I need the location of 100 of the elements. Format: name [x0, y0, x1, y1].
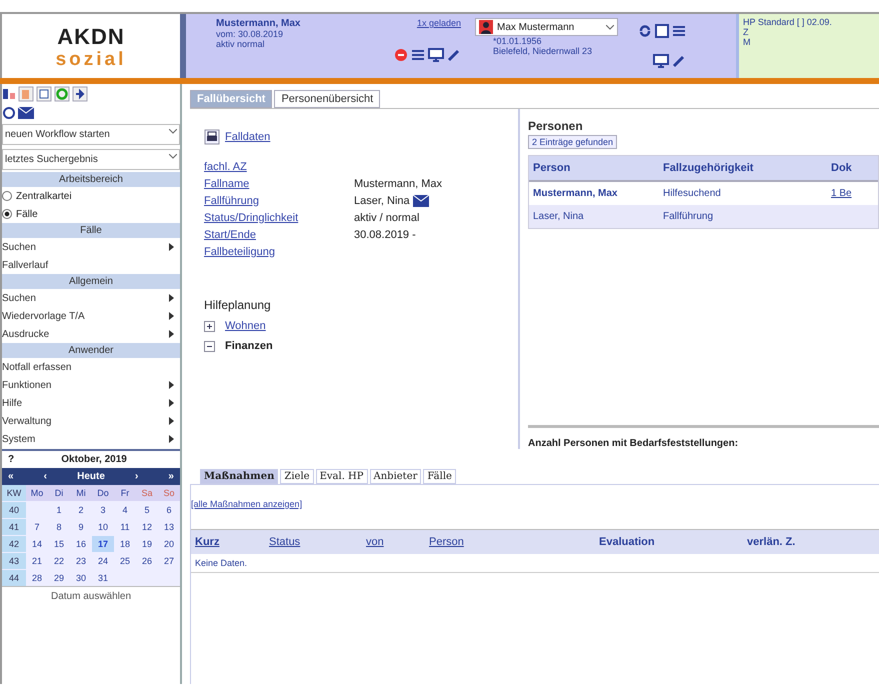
calendar-day[interactable]: 7 — [26, 519, 48, 535]
calendar-day[interactable]: 9 — [70, 519, 92, 535]
tree-item-link[interactable]: Wohnen — [225, 320, 266, 332]
calendar-day[interactable]: 15 — [48, 536, 70, 552]
calendar-nav-button[interactable]: Heute — [77, 471, 105, 482]
person-select[interactable]: Max Mustermann — [475, 18, 618, 36]
dropdown[interactable]: letztes Suchergebnis — [2, 149, 180, 170]
show-all-link[interactable]: [alle Maßnahmen anzeigen] — [191, 499, 302, 509]
calendar-day[interactable]: 23 — [70, 553, 92, 569]
radio-label[interactable]: Zentralkartei — [16, 190, 72, 202]
calendar-day[interactable]: 17 — [92, 536, 114, 552]
tab[interactable]: Anbieter — [370, 469, 422, 484]
tree-item[interactable]: Finanzen — [225, 340, 273, 352]
monitor-icon[interactable] — [653, 54, 669, 68]
collapse-icon[interactable] — [204, 340, 215, 352]
table-cell-text: Mustermann, Max — [533, 188, 618, 199]
calendar-day[interactable]: 5 — [136, 502, 158, 518]
calendar-day[interactable]: 3 — [92, 502, 114, 518]
calendar-day[interactable]: 26 — [136, 553, 158, 569]
radio-label[interactable]: Fälle — [16, 208, 38, 220]
menu-item[interactable]: Suchen — [2, 289, 180, 307]
column-header[interactable]: Status — [269, 536, 366, 548]
tab[interactable]: Ziele — [280, 469, 314, 484]
radio-option[interactable]: Zentralkartei — [2, 187, 180, 205]
case-data-link[interactable]: Falldaten — [225, 131, 270, 143]
column-header[interactable]: Person — [429, 536, 599, 548]
calendar-day[interactable]: 11 — [114, 519, 136, 535]
mail-icon[interactable] — [412, 195, 429, 207]
list-icon[interactable] — [411, 48, 425, 62]
refresh-icon[interactable] — [638, 24, 652, 38]
calendar-day[interactable]: 1 — [48, 502, 70, 518]
menu-item[interactable]: System — [2, 430, 180, 448]
calendar-day[interactable]: 30 — [70, 570, 92, 586]
calendar-day[interactable]: 6 — [158, 502, 180, 518]
week-number: 44 — [2, 570, 26, 586]
dropdown[interactable]: neuen Workflow starten — [2, 124, 180, 145]
persons-count-label: Anzahl Personen mit Bedarfsfeststellungen: — [528, 438, 740, 449]
window-icon[interactable] — [36, 86, 52, 102]
calendar-nav-button[interactable]: » — [168, 471, 174, 482]
menu-item[interactable]: Verwaltung — [2, 412, 180, 430]
field-label-link[interactable]: fachl. AZ — [204, 161, 354, 173]
stop-icon[interactable] — [394, 48, 408, 62]
calendar-day[interactable]: 4 — [114, 502, 136, 518]
calendar-day[interactable]: 2 — [70, 502, 92, 518]
calendar-nav-button[interactable]: › — [134, 471, 138, 482]
expand-icon[interactable] — [204, 320, 215, 332]
calendar-day[interactable]: 31 — [92, 570, 114, 586]
menu-item[interactable]: Notfall erfassen — [2, 358, 180, 376]
calendar-nav-button[interactable]: « — [8, 471, 14, 482]
calendar-footer: Datum auswählen — [2, 586, 180, 606]
column-header[interactable]: von — [366, 536, 429, 548]
menu-item[interactable]: Wiedervorlage T/A — [2, 307, 180, 325]
tab[interactable]: Eval. HP — [316, 469, 368, 484]
list-icon[interactable] — [672, 24, 686, 38]
pencil-icon[interactable] — [447, 48, 461, 62]
calendar-day[interactable]: 8 — [48, 519, 70, 535]
calendar-day[interactable]: 19 — [136, 536, 158, 552]
calendar-day[interactable]: 20 — [158, 536, 180, 552]
calendar-day[interactable]: 21 — [26, 553, 48, 569]
calendar-day[interactable]: 25 — [114, 553, 136, 569]
column-header[interactable]: verlän. Z. — [747, 536, 796, 548]
menu-item[interactable]: Ausdrucke — [2, 325, 180, 343]
calendar-day[interactable]: 12 — [136, 519, 158, 535]
monitor-icon[interactable] — [428, 48, 444, 62]
menu-item[interactable]: Fallverlauf — [2, 256, 180, 274]
column-header[interactable]: Kurz — [195, 536, 269, 548]
menu-item[interactable]: Suchen — [2, 238, 180, 256]
field-label-link[interactable]: Fallführung — [204, 195, 354, 207]
calendar-day[interactable]: 27 — [158, 553, 180, 569]
pencil-icon[interactable] — [672, 54, 686, 68]
calendar-day[interactable]: 14 — [26, 536, 48, 552]
result-count: 2 Einträge gefunden — [528, 135, 618, 149]
field-label-link[interactable]: Start/Ende — [204, 229, 354, 241]
calendar-day[interactable]: 18 — [114, 536, 136, 552]
calendar-day[interactable]: 28 — [26, 570, 48, 586]
calendar-day[interactable]: 29 — [48, 570, 70, 586]
calendar-day[interactable]: 22 — [48, 553, 70, 569]
radio-button[interactable] — [2, 191, 12, 201]
help-link[interactable]: ? — [8, 454, 14, 465]
calendar-nav-button[interactable]: ‹ — [44, 471, 47, 482]
menu-item[interactable]: Funktionen — [2, 376, 180, 394]
table-row[interactable]: Laser, Nina Fallführung — [529, 205, 878, 228]
tab[interactable]: Maßnahmen — [200, 469, 278, 484]
table-row[interactable]: Mustermann, Max Hilfesuchend 1 Be — [529, 182, 878, 205]
field-label-link[interactable]: Fallname — [204, 178, 354, 190]
calendar-day[interactable]: 16 — [70, 536, 92, 552]
column-header[interactable]: Evaluation — [599, 536, 747, 548]
calendar-day[interactable]: 24 — [92, 553, 114, 569]
radio-option[interactable]: Fälle — [2, 205, 180, 223]
radio-button[interactable] — [2, 209, 12, 219]
tab[interactable]: Fälle — [423, 469, 456, 484]
field-label-link[interactable]: Fallbeteiligung — [204, 246, 354, 258]
loaded-link[interactable]: 1x geladen — [416, 18, 461, 28]
printer-icon[interactable] — [204, 129, 220, 145]
menu-item[interactable]: Hilfe — [2, 394, 180, 412]
tab[interactable]: Personenübersicht — [274, 90, 380, 108]
calendar-day[interactable]: 10 — [92, 519, 114, 535]
mail-icon[interactable] — [18, 107, 34, 119]
field-label-link[interactable]: Status/Dringlichkeit — [204, 212, 354, 224]
calendar-day[interactable]: 13 — [158, 519, 180, 535]
